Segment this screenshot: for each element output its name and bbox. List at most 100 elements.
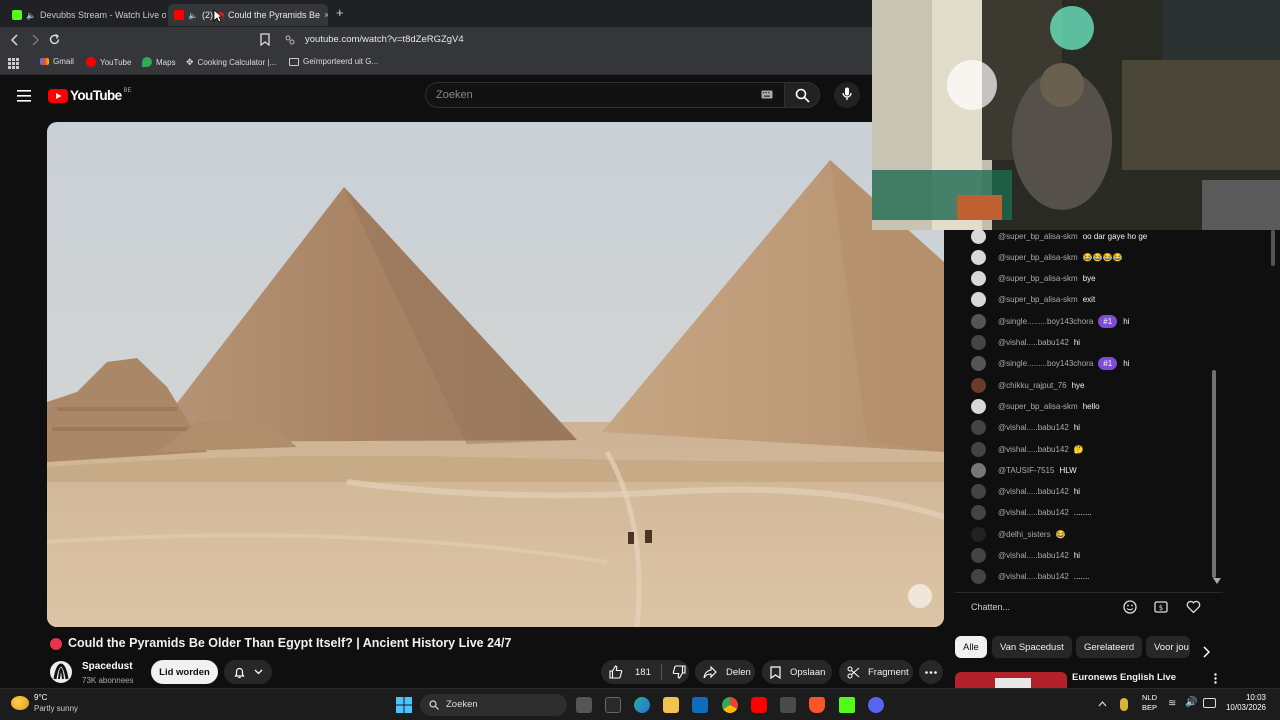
youtube-app-icon[interactable] xyxy=(751,697,767,713)
chat-author[interactable]: @super_bp_alisa-skm xyxy=(998,274,1078,283)
chat-message[interactable]: @super_bp_alisa-skm 😂😂😂😂 xyxy=(971,247,1123,267)
chat-input[interactable]: Chatten... xyxy=(971,598,1121,616)
channel-name[interactable]: Spacedust xyxy=(82,661,133,672)
chat-message[interactable]: @super_bp_alisa-skm oo dar gaye ho ge xyxy=(971,230,1147,246)
dislike-icon[interactable] xyxy=(672,665,686,679)
chat-author[interactable]: @vishal.....babu142 xyxy=(998,423,1069,432)
chat-avatar[interactable] xyxy=(971,569,986,585)
chat-message[interactable]: @vishal.....babu142....... xyxy=(971,567,1089,587)
chat-avatar[interactable] xyxy=(971,526,986,542)
like-icon[interactable] xyxy=(609,665,623,679)
language-indicator[interactable]: NLD BEP xyxy=(1142,693,1157,713)
menu-icon[interactable] xyxy=(17,90,31,102)
join-button[interactable]: Lid worden xyxy=(151,660,218,684)
chat-author[interactable]: @super_bp_alisa-skm xyxy=(998,253,1078,262)
clock[interactable]: 10:03 10/03/2026 xyxy=(1220,693,1266,713)
chat-message[interactable]: @vishal.....babu142 hi xyxy=(971,546,1080,566)
chat-avatar[interactable] xyxy=(971,249,986,265)
chat-avatar[interactable] xyxy=(971,356,986,372)
tab-youtube[interactable]: 🔈 (2) Could the Pyramids Be × xyxy=(168,4,328,26)
chat-avatar[interactable] xyxy=(971,441,986,457)
chat-message[interactable]: @vishal.....babu142 hi xyxy=(971,418,1080,438)
volume-icon[interactable]: 🔊 xyxy=(1185,697,1197,708)
reload-icon[interactable] xyxy=(48,33,61,46)
chat-avatar[interactable] xyxy=(971,420,986,436)
chat-message[interactable]: @delhi_sisters 😂 xyxy=(971,524,1066,544)
outlook-icon[interactable] xyxy=(692,697,708,713)
bookmark-folder-imported[interactable]: Geïmporteerd uit G... xyxy=(289,57,378,66)
chat-author[interactable]: @vishal.....babu142 xyxy=(998,508,1069,517)
recommendation-more-icon[interactable] xyxy=(1214,673,1217,684)
chat-author[interactable]: @super_bp_alisa-skm xyxy=(998,295,1078,304)
taskbar-search[interactable]: Zoeken xyxy=(420,694,567,716)
chat-message[interactable]: @vishal.....babu142 hi xyxy=(971,482,1080,502)
chat-avatar[interactable] xyxy=(971,292,986,308)
channel-avatar[interactable] xyxy=(50,661,72,683)
chat-avatar[interactable] xyxy=(971,505,986,521)
kick-app-icon[interactable] xyxy=(839,697,855,713)
save-button[interactable]: Opslaan xyxy=(762,660,832,684)
chat-author[interactable]: @vishal.....babu142 xyxy=(998,572,1069,581)
search-button[interactable] xyxy=(784,82,820,108)
chat-message[interactable]: @vishal.....babu142........ xyxy=(971,503,1092,523)
windows-icon[interactable] xyxy=(396,697,412,713)
chip-all[interactable]: Alle xyxy=(955,636,987,658)
back-icon[interactable] xyxy=(9,34,21,46)
page-scrollbar[interactable] xyxy=(1271,230,1275,266)
chat-message[interactable]: @single.........boy143chora #1 hi xyxy=(971,354,1129,374)
chat-author[interactable]: @vishal.....babu142 xyxy=(998,445,1069,454)
chat-avatar[interactable] xyxy=(971,335,986,350)
discord-icon[interactable] xyxy=(868,697,884,713)
scroll-down-icon[interactable] xyxy=(1213,578,1221,584)
chevron-right-icon[interactable] xyxy=(1202,646,1210,658)
chat-message[interactable]: @vishal.....babu142 hi xyxy=(971,333,1080,353)
chat-author[interactable]: @single.........boy143chora xyxy=(998,359,1093,368)
store-icon[interactable] xyxy=(605,697,621,713)
task-view-icon[interactable] xyxy=(576,697,592,713)
tab-devubbs[interactable]: 🔈 Devubbs Stream - Watch Live on xyxy=(6,4,166,26)
chat-author[interactable]: @vishal.....babu142 xyxy=(998,338,1069,347)
chrome-icon[interactable] xyxy=(722,697,738,713)
heart-icon[interactable] xyxy=(1186,600,1201,614)
wifi-icon[interactable]: ≋ xyxy=(1168,698,1176,709)
chat-avatar[interactable] xyxy=(971,377,986,393)
chat-message[interactable]: @single.........boy143chora #1 hi xyxy=(971,311,1129,331)
chat-message[interactable]: @super_bp_alisa-skm bye xyxy=(971,269,1096,289)
chat-avatar[interactable] xyxy=(971,271,986,287)
battery-icon[interactable] xyxy=(1203,698,1216,708)
chip-from-channel[interactable]: Van Spacedust xyxy=(992,636,1072,658)
file-explorer-icon[interactable] xyxy=(663,697,679,713)
calculator-app-icon[interactable] xyxy=(780,697,796,713)
new-tab-button[interactable]: + xyxy=(336,5,344,20)
chat-author[interactable]: @vishal.....babu142 xyxy=(998,551,1069,560)
bookmark-icon[interactable] xyxy=(259,33,271,46)
bookmark-youtube[interactable]: YouTube xyxy=(86,57,131,67)
recommendation-thumbnail[interactable] xyxy=(955,672,1067,688)
chat-avatar[interactable] xyxy=(971,398,986,414)
forward-icon[interactable] xyxy=(29,34,41,46)
youtube-logo[interactable]: YouTube BE xyxy=(48,88,132,103)
recommendation-title[interactable]: Euronews English Live xyxy=(1072,672,1176,683)
edge-icon[interactable] xyxy=(634,697,650,713)
chip-related[interactable]: Gerelateerd xyxy=(1076,636,1143,658)
chip-for-you[interactable]: Voor jou xyxy=(1146,636,1190,658)
url-text[interactable]: youtube.com/watch?v=t8dZeRGZgV4 xyxy=(305,34,464,45)
emoji-icon[interactable] xyxy=(1123,600,1137,614)
chat-author[interactable]: @super_bp_alisa-skm xyxy=(998,232,1078,241)
chat-avatar[interactable] xyxy=(971,548,986,563)
mic-tray-icon[interactable] xyxy=(1120,698,1128,711)
chat-author[interactable]: @vishal.....babu142 xyxy=(998,487,1069,496)
clip-button[interactable]: Fragment xyxy=(839,660,913,684)
notifications-button[interactable] xyxy=(224,660,272,684)
video-player[interactable] xyxy=(47,122,944,627)
chat-message[interactable]: @super_bp_alisa-skm exit xyxy=(971,290,1095,310)
chat-avatar[interactable] xyxy=(971,462,986,478)
close-tab-icon[interactable]: × xyxy=(324,10,328,20)
more-actions-button[interactable] xyxy=(919,660,943,684)
chat-author[interactable]: @delhi_sisters xyxy=(998,530,1051,539)
chat-message[interactable]: @vishal.....babu142 🤔 xyxy=(971,439,1084,459)
chat-message[interactable]: @TAUSIF-7515 HLW xyxy=(971,460,1077,480)
chat-author[interactable]: @single.........boy143chora xyxy=(998,317,1093,326)
apps-grid-icon[interactable] xyxy=(8,58,19,69)
chat-avatar[interactable] xyxy=(971,313,986,329)
